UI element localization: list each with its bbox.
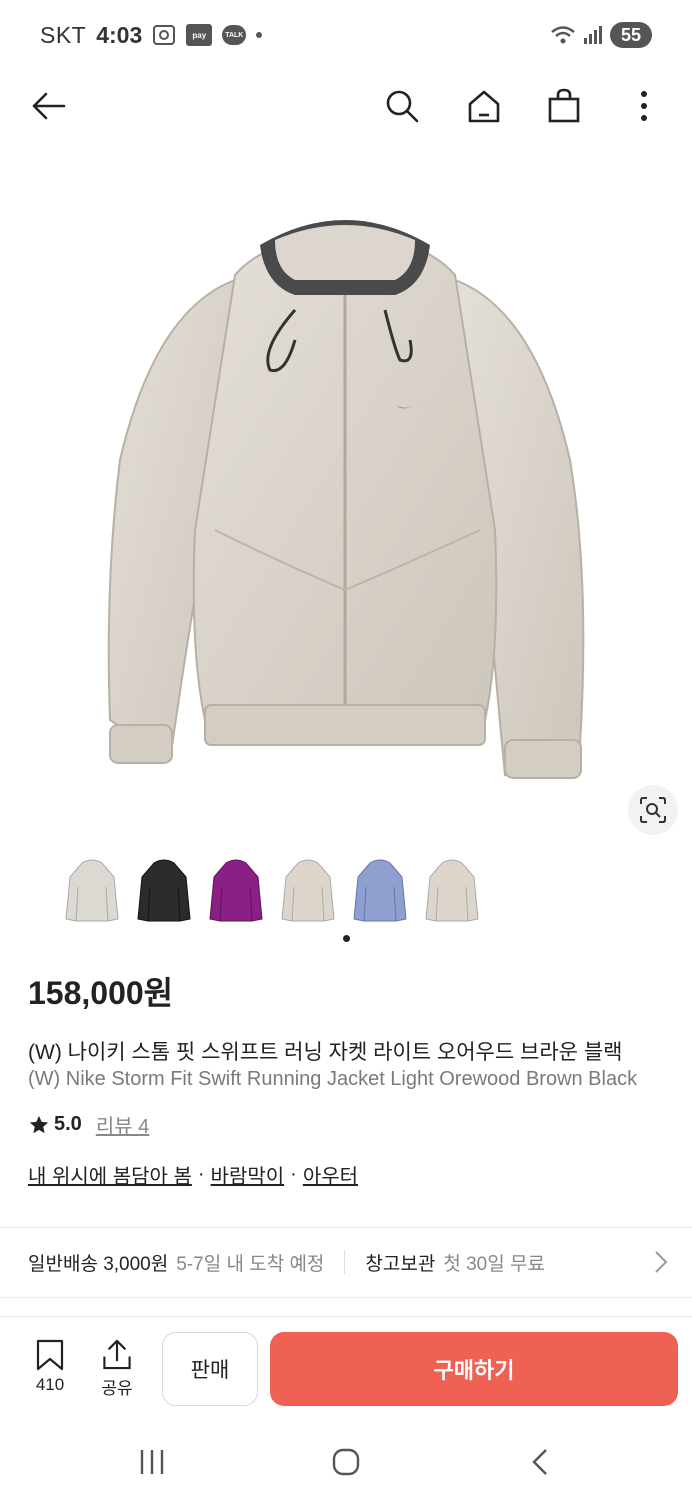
wishlist-count: 410 xyxy=(35,1375,65,1394)
clock-time: 4:03 xyxy=(96,21,143,48)
thumbnail-5[interactable] xyxy=(348,852,412,932)
bookmark-icon xyxy=(36,1339,64,1371)
chevron-right-icon xyxy=(654,1250,668,1280)
product-title-english: (W) Nike Storm Fit Swift Running Jacket … xyxy=(28,1068,638,1090)
delivery-eta: 5-7일 내 도착 예정 xyxy=(176,1253,325,1275)
thumbnail-6[interactable] xyxy=(420,852,484,932)
recent-apps-button[interactable] xyxy=(132,1442,172,1482)
home-circle-icon xyxy=(332,1448,360,1476)
back-arrow-icon xyxy=(32,92,66,120)
divider xyxy=(0,1297,692,1298)
signal-icon xyxy=(582,24,604,46)
search-button[interactable] xyxy=(380,84,424,128)
search-icon xyxy=(386,90,419,123)
image-search-button[interactable] xyxy=(628,785,678,835)
star-icon xyxy=(29,1115,49,1133)
home-button[interactable] xyxy=(462,84,506,128)
thumbnail-1[interactable] xyxy=(60,852,124,932)
rating-row: 5.0 리뷰 4 xyxy=(28,1110,149,1139)
review-link[interactable]: 리뷰 4 xyxy=(96,1110,149,1139)
delivery-label: 일반배송 3,000원 xyxy=(28,1253,169,1275)
system-back-button[interactable] xyxy=(520,1442,560,1482)
storage-offer: 첫 30일 무료 xyxy=(443,1253,545,1275)
divider xyxy=(0,1227,692,1228)
thumbnail-strip xyxy=(60,852,484,932)
shopping-bag-icon xyxy=(548,88,580,123)
shipping-info-row[interactable]: 일반배송 3,000원 5-7일 내 도착 예정 창고보관 첫 30일 무료 xyxy=(28,1230,678,1294)
tag-separator: · xyxy=(197,1163,205,1185)
share-icon xyxy=(103,1339,131,1370)
buy-button[interactable]: 구매하기 xyxy=(270,1332,678,1406)
battery-indicator: 55 xyxy=(610,22,652,48)
status-bar: SKT 4:03 pay TALK 55 xyxy=(0,0,692,70)
jacket-thumbnail-icon xyxy=(65,859,119,922)
talk-badge-icon: TALK xyxy=(222,25,247,45)
sell-button[interactable]: 판매 xyxy=(162,1332,258,1406)
back-button[interactable] xyxy=(26,84,70,128)
more-vertical-icon xyxy=(641,91,647,121)
more-options-button[interactable] xyxy=(622,84,666,128)
system-nav-bar xyxy=(0,1420,692,1500)
product-price: 158,000원 xyxy=(28,975,174,1011)
top-nav xyxy=(0,70,692,142)
share-button[interactable]: 공유 xyxy=(87,1339,147,1399)
chevron-left-icon xyxy=(532,1449,547,1475)
product-main-image[interactable] xyxy=(95,200,595,790)
wishlist-button[interactable]: 410 xyxy=(20,1339,80,1399)
jacket-thumbnail-icon xyxy=(353,859,407,922)
jacket-thumbnail-icon xyxy=(137,859,191,922)
carousel-indicator-dot xyxy=(343,935,350,942)
rating-value: 5.0 xyxy=(54,1113,82,1135)
wifi-icon xyxy=(550,24,576,46)
thumbnail-4[interactable] xyxy=(276,852,340,932)
divider xyxy=(344,1250,346,1274)
thumbnail-2[interactable] xyxy=(132,852,196,932)
carrier-label: SKT xyxy=(40,21,87,48)
tag-separator: · xyxy=(290,1163,297,1185)
product-title-korean: (W) 나이키 스톰 핏 스위프트 러닝 자켓 라이트 오어우드 브라운 블랙 xyxy=(28,1041,623,1064)
lens-search-icon xyxy=(640,797,666,823)
category-tags: 내 위시에 봄담아 봄 · 바람막이 · 아우터 xyxy=(28,1160,358,1189)
tag-link[interactable]: 아우터 xyxy=(303,1160,358,1189)
home-icon xyxy=(468,90,500,123)
screenshot-icon xyxy=(152,24,176,46)
title-fade-overlay xyxy=(632,1030,692,1100)
storage-label: 창고보관 xyxy=(365,1253,436,1275)
jacket-illustration xyxy=(107,220,585,779)
recent-apps-icon xyxy=(140,1450,164,1474)
tag-link[interactable]: 바람막이 xyxy=(211,1160,285,1189)
jacket-thumbnail-icon xyxy=(209,859,263,922)
jacket-thumbnail-icon xyxy=(425,859,479,922)
home-system-button[interactable] xyxy=(326,1442,366,1482)
pay-badge-icon: pay xyxy=(186,24,213,46)
cart-button[interactable] xyxy=(542,84,586,128)
notification-dot-icon xyxy=(256,32,263,38)
share-label: 공유 xyxy=(101,1379,133,1398)
tag-link[interactable]: 내 위시에 봄담아 봄 xyxy=(28,1160,192,1189)
bottom-action-bar: 410 공유 판매 구매하기 xyxy=(0,1316,692,1420)
thumbnail-3[interactable] xyxy=(204,852,268,932)
jacket-thumbnail-icon xyxy=(281,859,335,922)
